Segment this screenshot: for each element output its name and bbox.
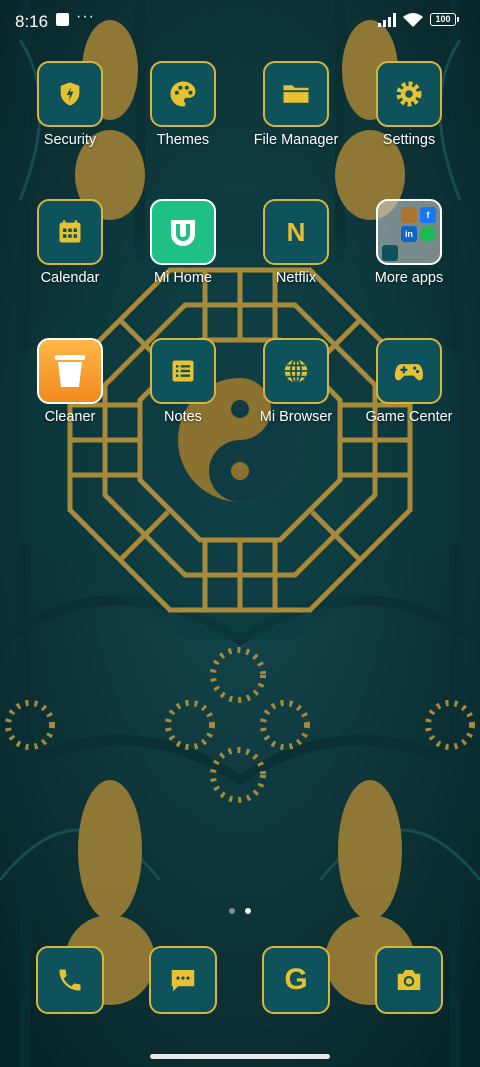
empty-slot <box>382 226 398 242</box>
app-game-center[interactable]: Game Center <box>354 338 464 425</box>
empty-slot <box>382 207 398 223</box>
status-time: 8:16 <box>15 12 49 31</box>
app-settings[interactable]: Settings <box>354 61 464 148</box>
calendar-icon <box>37 199 103 265</box>
signal-icon <box>378 13 396 27</box>
app-label: File Manager <box>253 132 339 148</box>
app-label: Cleaner <box>44 409 96 425</box>
dock-phone[interactable] <box>15 946 125 1014</box>
app-security[interactable]: Security <box>15 61 125 148</box>
folder-icon <box>263 61 329 127</box>
dock-messages[interactable] <box>128 946 238 1014</box>
palette-icon <box>150 61 216 127</box>
gear-icon <box>376 61 442 127</box>
home-gesture-bar[interactable] <box>150 1054 330 1059</box>
google-glyph: G <box>284 963 308 996</box>
netflix-icon: N <box>263 199 329 265</box>
spotify-icon <box>420 226 436 242</box>
folder-more-apps[interactable]: f in More apps <box>354 199 464 286</box>
gamepad-icon <box>376 338 442 404</box>
page-indicator <box>0 908 480 918</box>
app-label: Security <box>43 132 97 148</box>
app-label: Mi Home <box>153 270 212 286</box>
app-label: Notes <box>164 409 202 425</box>
wallpaper <box>0 0 480 1067</box>
folder-preview-icon: f in <box>376 199 442 265</box>
linkedin-icon: in <box>401 226 417 242</box>
notification-icon <box>56 13 69 26</box>
app-label: Calendar <box>40 270 100 286</box>
facebook-icon: f <box>420 207 436 223</box>
dock-google[interactable]: G <box>241 946 351 1014</box>
app-mi-home[interactable]: Mi Home <box>128 199 238 286</box>
wifi-icon <box>403 13 423 27</box>
wallet-icon <box>382 245 398 261</box>
app-label: Game Center <box>365 409 453 425</box>
globe-icon <box>263 338 329 404</box>
app-label: Mi Browser <box>259 409 333 425</box>
more-notifications-icon: ··· <box>76 8 95 25</box>
battery-icon: 100 <box>430 13 459 26</box>
app-mi-browser[interactable]: Mi Browser <box>241 338 351 425</box>
message-icon <box>149 946 217 1014</box>
google-icon: G <box>262 946 330 1014</box>
page-dot-active[interactable] <box>245 908 251 914</box>
app-label: Settings <box>382 132 436 148</box>
shield-icon <box>37 61 103 127</box>
phone-icon <box>36 946 104 1014</box>
amazon-icon <box>401 207 417 223</box>
app-file-manager[interactable]: File Manager <box>241 61 351 148</box>
app-calendar[interactable]: Calendar <box>15 199 125 286</box>
camera-icon <box>375 946 443 1014</box>
app-themes[interactable]: Themes <box>128 61 238 148</box>
app-label: Themes <box>156 132 210 148</box>
status-bar: 8:16 ··· 100 <box>0 0 480 40</box>
app-label: More apps <box>374 270 444 286</box>
app-label: Netflix <box>275 270 317 286</box>
mi-home-icon <box>150 199 216 265</box>
app-cleaner[interactable]: Cleaner <box>15 338 125 425</box>
notes-icon <box>150 338 216 404</box>
app-netflix[interactable]: N Netflix <box>241 199 351 286</box>
dock-camera[interactable] <box>354 946 464 1014</box>
trash-icon <box>37 338 103 404</box>
netflix-glyph: N <box>286 216 306 247</box>
app-notes[interactable]: Notes <box>128 338 238 425</box>
page-dot[interactable] <box>229 908 235 914</box>
